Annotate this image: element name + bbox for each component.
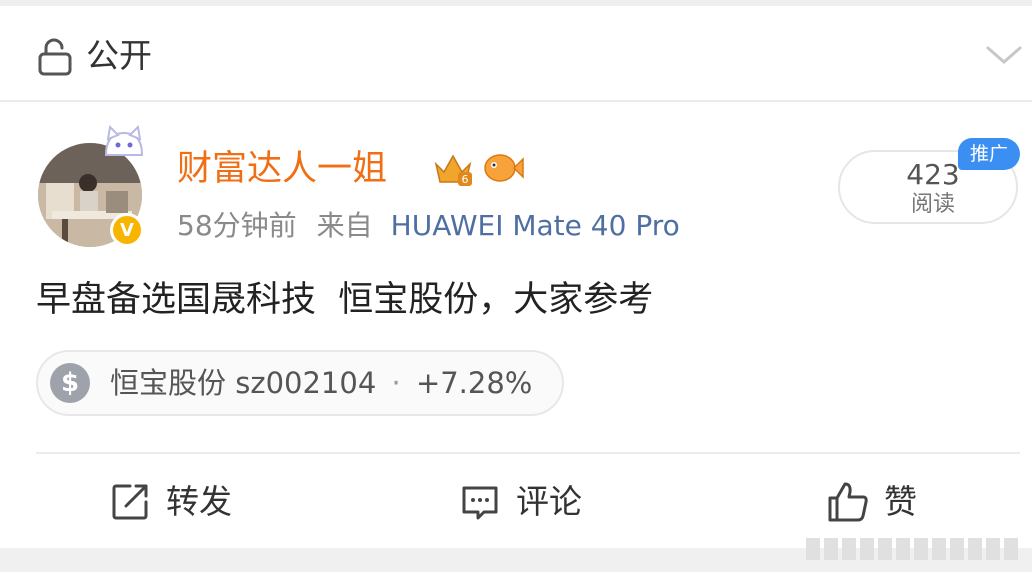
author-name[interactable]: 财富达人一姐 xyxy=(177,146,387,192)
comment-label: 评论 xyxy=(516,482,582,521)
stock-card[interactable]: $ 恒宝股份 sz002104 · +7.28% xyxy=(36,350,564,416)
divider xyxy=(0,100,1032,102)
stock-name: 恒宝股份 xyxy=(110,366,227,400)
divider xyxy=(36,452,1020,454)
chevron-down-icon[interactable] xyxy=(984,40,1024,70)
stock-change: +7.28% xyxy=(415,366,533,400)
crown-level-icon[interactable]: 6 xyxy=(432,150,474,188)
post-meta: 58分钟前 来自 HUAWEI Mate 40 Pro xyxy=(177,206,680,246)
repost-label: 转发 xyxy=(166,482,232,521)
author-avatar-group[interactable]: V xyxy=(38,125,150,250)
post-time: 58分钟前 xyxy=(177,209,297,242)
promo-tag: 推广 xyxy=(958,138,1020,170)
like-label: 赞 xyxy=(884,482,917,521)
from-label: 来自 xyxy=(316,209,373,242)
comment-button[interactable]: 评论 xyxy=(458,474,582,530)
stock-code: sz002104 xyxy=(235,366,377,400)
thumbs-up-icon xyxy=(828,482,868,522)
fish-icon[interactable] xyxy=(482,148,524,188)
svg-text:6: 6 xyxy=(462,173,469,186)
comment-icon xyxy=(462,486,498,520)
cat-pendant-icon xyxy=(104,125,144,156)
stock-info: 恒宝股份 sz002104 · +7.28% xyxy=(110,362,532,404)
repost-icon xyxy=(112,484,148,520)
verified-badge: V xyxy=(110,213,144,247)
read-label: 阅读 xyxy=(910,192,955,217)
dollar-icon: $ xyxy=(50,363,90,403)
separator: · xyxy=(391,366,401,400)
visibility-label: 公开 xyxy=(86,36,152,75)
scroll-indicator xyxy=(806,538,1018,560)
lock-open-icon xyxy=(38,38,72,76)
visibility-selector[interactable]: 公开 xyxy=(0,6,1032,100)
like-button[interactable]: 赞 xyxy=(826,474,917,530)
device-source-link[interactable]: HUAWEI Mate 40 Pro xyxy=(391,209,680,242)
post-content: 早盘备选国晟科技 恒宝股份，大家参考 xyxy=(36,280,654,320)
repost-button[interactable]: 转发 xyxy=(108,474,232,530)
